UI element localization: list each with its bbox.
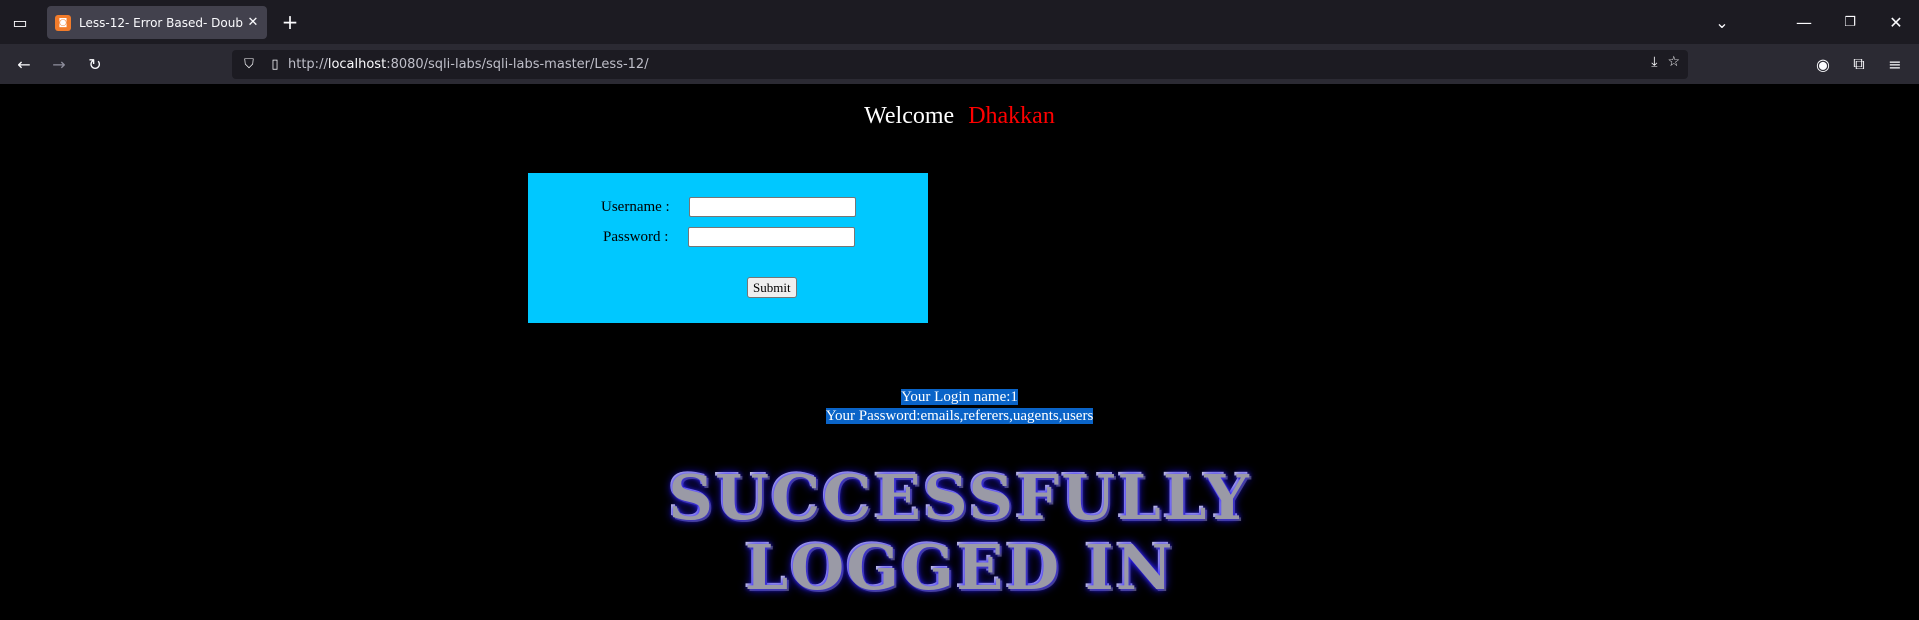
reload-icon[interactable]: ↻ — [79, 48, 111, 80]
password-label: Password : — [603, 229, 669, 245]
username-input[interactable] — [689, 197, 856, 217]
menu-icon[interactable]: ≡ — [1879, 48, 1911, 80]
star-icon[interactable]: ☆ — [1667, 54, 1680, 70]
url-rest: :8080/sqli-labs/sqli-labs-master/Less-12… — [386, 57, 649, 72]
url-text[interactable]: http://localhost:8080/sqli-labs/sqli-lab… — [288, 57, 649, 72]
back-icon[interactable]: ← — [8, 48, 40, 80]
login-name-result: Your Login name:1 — [0, 389, 1919, 406]
tab-bar: ▭ ◙ Less-12- Error Based- Double quotes-… — [0, 0, 1919, 44]
success-banner: SUCCESSFULLY LOGGED IN — [0, 463, 1919, 603]
favicon-icon: ◙ — [55, 14, 71, 31]
restore-icon[interactable]: ❐ — [1834, 6, 1866, 38]
account-icon[interactable]: ◉ — [1807, 48, 1839, 80]
url-host: localhost — [327, 57, 387, 72]
page-icon[interactable]: ▯ — [262, 57, 288, 72]
login-form: Username : Password : Submit — [528, 173, 928, 323]
submit-button[interactable]: Submit — [747, 277, 797, 298]
url-actions: ⤓ ☆ — [1651, 54, 1680, 70]
shield-icon[interactable]: ⛉ — [236, 57, 262, 72]
chevron-down-icon[interactable]: ⌄ — [1706, 6, 1738, 38]
close-window-icon[interactable]: ✕ — [1880, 6, 1912, 38]
login-name-text: Your Login name:1 — [901, 389, 1018, 405]
url-bar[interactable]: ⛉ ▯ http://localhost:8080/sqli-labs/sqli… — [232, 50, 1688, 79]
tab-list-icon[interactable]: ▭ — [4, 6, 36, 38]
success-line-1: SUCCESSFULLY — [668, 461, 1251, 534]
password-text: Your Password:emails,referers,uagents,us… — [825, 408, 1094, 424]
password-result: Your Password:emails,referers,uagents,us… — [0, 408, 1919, 425]
extensions-icon[interactable]: ⧉ — [1843, 48, 1875, 80]
active-tab[interactable]: ◙ Less-12- Error Based- Double quotes- S… — [47, 6, 267, 39]
welcome-heading: Welcome Dhakkan — [0, 103, 1919, 130]
username-label: Username : — [601, 199, 670, 215]
password-input[interactable] — [688, 227, 855, 247]
welcome-name: Dhakkan — [968, 103, 1055, 129]
close-tab-icon[interactable]: ✕ — [243, 15, 263, 30]
forward-icon[interactable]: → — [43, 48, 75, 80]
url-prefix: http:// — [288, 57, 328, 72]
welcome-text: Welcome — [864, 103, 955, 129]
success-line-2: LOGGED IN — [744, 531, 1175, 604]
download-icon[interactable]: ⤓ — [1651, 54, 1657, 70]
tab-title: Less-12- Error Based- Double quotes- Str… — [79, 15, 243, 30]
minimize-icon[interactable]: — — [1788, 6, 1820, 38]
new-tab-icon[interactable]: + — [274, 6, 306, 38]
